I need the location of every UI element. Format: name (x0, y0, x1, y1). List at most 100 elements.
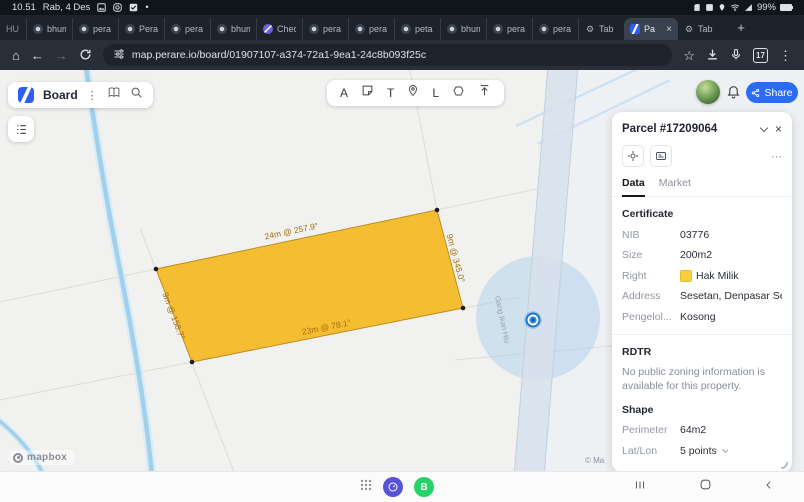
home-button[interactable]: ⌂ (12, 49, 20, 62)
browser-tab[interactable]: peta (394, 18, 440, 40)
url-text: map.perare.io/board/01907107-a374-72a1-9… (132, 49, 426, 61)
upload-tool-icon[interactable] (478, 84, 491, 102)
field-row: NIB 03776 (622, 229, 782, 241)
rdtr-text: No public zoning information is availabl… (622, 365, 782, 393)
details-card-button[interactable] (650, 145, 672, 167)
field-label: Perimeter (622, 424, 680, 436)
new-tab-button[interactable]: + (724, 15, 758, 40)
bookmark-star-icon[interactable]: ☆ (683, 49, 695, 62)
site-favicon (493, 24, 503, 34)
browser-tab[interactable]: pera (532, 18, 578, 40)
gear-favicon: ⚙ (684, 24, 694, 34)
tab-title: Chec (277, 24, 296, 34)
browser-tab[interactable]: Chec (256, 18, 302, 40)
user-avatar[interactable] (696, 80, 720, 104)
field-value[interactable]: Sesetan, Denpasar Sela... (680, 290, 782, 302)
more-notifications-dot: • (145, 2, 148, 13)
whatsapp-business-app-icon[interactable]: B (414, 477, 434, 497)
note-tool-icon[interactable] (361, 84, 374, 102)
browser-tab[interactable]: Pera (118, 18, 164, 40)
browser-tab[interactable]: HU (0, 18, 26, 40)
browser-toolbar: ⌂ ← → map.perare.io/board/01907107-a374-… (0, 40, 804, 70)
browser-tab[interactable]: ⚙ Tab (578, 18, 624, 40)
forward-button[interactable]: → (55, 49, 68, 62)
field-value: 64m2 (680, 424, 706, 436)
back-button-android[interactable] (764, 478, 774, 496)
center-map-button[interactable] (622, 145, 644, 167)
browser-tab[interactable]: bhum (210, 18, 256, 40)
download-icon[interactable] (706, 48, 719, 63)
panel-resize-handle[interactable] (780, 461, 788, 469)
tab-title: bhum (231, 24, 250, 34)
divider (612, 334, 792, 335)
tab-switcher-button[interactable]: 17 (753, 48, 768, 63)
text-tool[interactable]: T (387, 86, 394, 100)
clock-app-icon[interactable] (383, 477, 403, 497)
field-label: Pengelol... (622, 311, 680, 323)
site-favicon (309, 24, 319, 34)
perare-logo (18, 87, 34, 103)
close-tab-icon[interactable]: × (666, 24, 672, 35)
field-label: NIB (622, 229, 680, 241)
tab-title: peta (415, 24, 433, 34)
line-tool[interactable]: L (432, 86, 439, 100)
notifications-bell-icon[interactable] (726, 83, 741, 104)
board-title[interactable]: Board (43, 88, 78, 102)
collapse-chevron-icon[interactable] (760, 123, 768, 131)
browser-menu-icon[interactable]: ⋮ (779, 49, 792, 62)
list-icon (15, 123, 28, 136)
share-button[interactable]: Share (746, 82, 798, 103)
share-icon (751, 88, 760, 98)
map-canvas[interactable]: Gang Ikan Hiu 24m @ 257.9° 9m @ 345.0° 2… (0, 70, 804, 472)
site-favicon (401, 24, 411, 34)
browser-tab-active[interactable]: Pa × (624, 18, 678, 40)
draw-toolbar: A T L (327, 80, 504, 106)
field-row: Lat/Lon 5 points (622, 445, 782, 457)
tune-icon[interactable] (113, 48, 125, 63)
site-favicon (33, 24, 43, 34)
image-notification-icon (97, 3, 106, 12)
url-field[interactable]: map.perare.io/board/01907107-a374-72a1-9… (103, 44, 672, 66)
hak-milik-color-swatch (680, 270, 692, 282)
browser-tab[interactable]: bhum (26, 18, 72, 40)
panel-more-icon[interactable]: ⋯ (771, 150, 782, 163)
browser-tab[interactable]: pera (348, 18, 394, 40)
reload-button[interactable] (79, 48, 92, 63)
search-icon[interactable] (130, 86, 143, 104)
legend-button[interactable] (8, 116, 34, 142)
browser-tab[interactable]: pera (486, 18, 532, 40)
app-drawer-icon[interactable] (360, 478, 372, 496)
shape-tool-icon[interactable] (452, 84, 465, 102)
rdtr-heading: RDTR (622, 346, 782, 358)
basemap-book-icon[interactable] (107, 86, 121, 104)
browser-tab[interactable]: ⚙ Tab (678, 18, 724, 40)
site-favicon (171, 24, 181, 34)
mapbox-wordmark: mapbox (27, 452, 67, 463)
recent-apps-button[interactable] (633, 478, 647, 496)
browser-tab[interactable]: bhum (440, 18, 486, 40)
tab-market[interactable]: Market (659, 177, 691, 196)
back-button[interactable]: ← (31, 49, 44, 62)
panel-close-icon[interactable]: × (775, 122, 782, 136)
date: Rab, 4 Des (43, 2, 91, 13)
browser-tab[interactable]: pera (164, 18, 210, 40)
select-tool[interactable]: A (340, 86, 348, 100)
tab-data[interactable]: Data (622, 177, 645, 197)
parcel-panel: Parcel #17209064 × ⋯ Data Market Certifi… (612, 112, 792, 472)
field-label: Size (622, 249, 680, 261)
checkbox-notification-icon (129, 3, 138, 12)
browser-tab[interactable]: pera (72, 18, 118, 40)
field-value[interactable]: 5 points (680, 445, 728, 457)
home-button-android[interactable] (699, 478, 712, 496)
site-favicon (263, 24, 273, 34)
field-value: 200m2 (680, 249, 712, 261)
mapbox-icon (13, 453, 23, 463)
microphone-icon[interactable] (730, 48, 742, 63)
screenshot-status-icon (705, 3, 714, 12)
tab-title: Pera (139, 24, 158, 34)
browser-tab[interactable]: pera (302, 18, 348, 40)
latlon-value: 5 points (680, 445, 717, 457)
board-menu-icon[interactable]: ⋮ (87, 89, 98, 102)
tab-title: bhum (47, 24, 66, 34)
pin-tool-icon[interactable] (407, 84, 419, 102)
